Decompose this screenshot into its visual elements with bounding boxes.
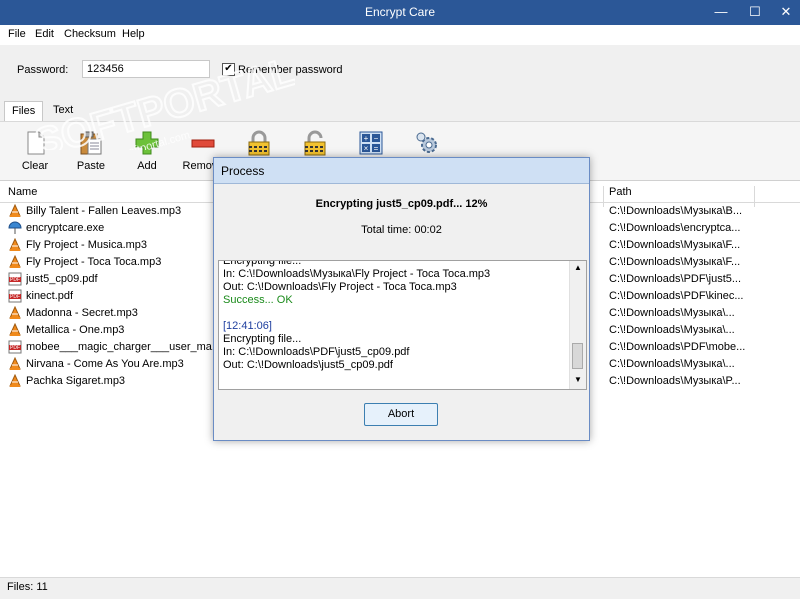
clear-label: Clear — [21, 160, 49, 172]
decrypt-button[interactable] — [289, 130, 341, 160]
log-line: Out: C:\!Downloads\Fly Project - Toca To… — [223, 281, 457, 293]
window-title: Encrypt Care — [364, 5, 436, 19]
menu-edit[interactable]: Edit — [35, 28, 54, 40]
password-label: Password: — [17, 64, 69, 76]
file-name: Pachka Sigaret.mp3 — [26, 375, 126, 387]
log-line: In: C:\!Downloads\Музыка\Fly Project - T… — [223, 268, 491, 280]
tab-text[interactable]: Text — [46, 101, 80, 120]
file-name: Madonna - Secret.mp3 — [26, 307, 138, 319]
file-name: mobee___magic_charger___user_ma... — [26, 341, 214, 353]
scroll-up-icon[interactable]: ▲ — [574, 263, 582, 272]
dialog-title-bar: Process — [214, 158, 589, 184]
svg-text:PDF: PDF — [10, 277, 20, 283]
svg-text:×: × — [364, 144, 369, 153]
column-name[interactable]: Name — [8, 186, 37, 198]
clear-button[interactable]: Clear — [9, 130, 61, 172]
remove-icon — [190, 130, 216, 156]
file-path: C:\!Downloads\Музыка\... — [609, 358, 735, 370]
log-line: In: C:\!Downloads\PDF\just5_cp09.pdf — [223, 346, 410, 358]
scroll-thumb[interactable] — [572, 343, 583, 369]
status-bar: Files: 11 — [0, 577, 800, 599]
file-path: C:\!Downloads\PDF\just5... — [609, 273, 742, 285]
title-bar: Encrypt Care — ☐ ✕ — [0, 0, 800, 25]
password-input[interactable] — [82, 60, 210, 78]
mp3-file-icon — [8, 254, 22, 269]
file-name: Fly Project - Musica.mp3 — [26, 239, 148, 251]
menu-bar: File Edit Checksum Help — [0, 25, 800, 45]
file-path: C:\!Downloads\encryptca... — [609, 222, 741, 234]
mp3-file-icon — [8, 305, 22, 320]
file-path: C:\!Downloads\Музыка\... — [609, 307, 735, 319]
file-path: C:\!Downloads\Музыка\F... — [609, 239, 741, 251]
file-path: C:\!Downloads\PDF\mobe... — [609, 341, 746, 353]
log-scrollbar[interactable]: ▲ ▼ — [569, 261, 586, 389]
settings-button[interactable] — [401, 130, 453, 160]
file-name: kinect.pdf — [26, 290, 74, 302]
svg-text:=: = — [374, 144, 379, 153]
password-row: Password: ✔ Remember password — [0, 45, 800, 97]
abort-button[interactable]: Abort — [364, 403, 438, 426]
pdf-file-icon: PDF — [8, 340, 22, 354]
clear-icon — [22, 130, 48, 156]
log-line: Encrypting file... — [223, 260, 302, 267]
checksum-icon: + − × = — [358, 130, 384, 156]
file-name: encryptcare.exe — [26, 222, 105, 234]
file-name: just5_cp09.pdf — [26, 273, 98, 285]
encrypting-status: Encrypting just5_cp09.pdf... 12% — [315, 198, 488, 210]
process-dialog: Process Encrypting just5_cp09.pdf... 12%… — [213, 157, 590, 441]
file-path: C:\!Downloads\Музыка\B... — [609, 205, 743, 217]
file-path: C:\!Downloads\PDF\kinec... — [609, 290, 744, 302]
dialog-title: Process — [221, 164, 265, 178]
exe-file-icon — [8, 221, 22, 235]
pdf-file-icon: PDF — [8, 272, 22, 286]
file-path: C:\!Downloads\Музыка\P... — [609, 375, 741, 387]
settings-icon — [414, 130, 440, 156]
log-line: Encrypting file... — [223, 333, 302, 345]
file-name: Fly Project - Toca Toca.mp3 — [26, 256, 162, 268]
lock-icon — [246, 130, 272, 156]
svg-text:+: + — [364, 134, 369, 143]
encrypt-button[interactable] — [233, 130, 285, 160]
remember-password-label[interactable]: Remember password — [238, 64, 343, 76]
total-time: Total time: 00:02 — [361, 224, 442, 236]
file-name: Metallica - One.mp3 — [26, 324, 125, 336]
log-line: Success... OK — [223, 294, 293, 306]
add-label: Add — [137, 160, 157, 172]
tab-files[interactable]: Files — [4, 101, 44, 121]
mp3-file-icon — [8, 203, 22, 218]
svg-text:PDF: PDF — [10, 345, 20, 351]
process-log[interactable]: Encrypting file... In: C:\!Downloads\Музы… — [218, 260, 587, 390]
menu-checksum[interactable]: Checksum — [64, 28, 116, 40]
remember-password-checkbox[interactable]: ✔ — [222, 63, 235, 76]
menu-help[interactable]: Help — [122, 28, 145, 40]
pdf-file-icon: PDF — [8, 289, 22, 303]
paste-button[interactable]: Paste — [65, 130, 117, 172]
scroll-down-icon[interactable]: ▼ — [574, 375, 582, 384]
paste-label: Paste — [76, 160, 106, 172]
log-line: Out: C:\!Downloads\just5_cp09.pdf — [223, 359, 393, 371]
column-path[interactable]: Path — [609, 186, 632, 198]
minimize-button[interactable]: — — [707, 0, 735, 25]
close-button[interactable]: ✕ — [772, 0, 800, 25]
add-button[interactable]: Add — [121, 130, 173, 172]
maximize-button[interactable]: ☐ — [741, 0, 769, 25]
svg-text:−: − — [374, 134, 379, 143]
paste-icon — [78, 130, 104, 156]
mp3-file-icon — [8, 322, 22, 337]
file-name: Nirvana - Come As You Are.mp3 — [26, 358, 184, 370]
mp3-file-icon — [8, 356, 22, 371]
unlock-icon — [302, 130, 328, 156]
menu-file[interactable]: File — [8, 28, 26, 40]
checksum-button[interactable]: + − × = — [345, 130, 397, 160]
file-path: C:\!Downloads\Музыка\F... — [609, 256, 741, 268]
svg-text:PDF: PDF — [10, 294, 20, 300]
add-icon — [134, 130, 160, 156]
log-line: [12:41:06] — [223, 320, 272, 332]
mp3-file-icon — [8, 373, 22, 388]
file-count: Files: 11 — [7, 581, 48, 593]
file-path: C:\!Downloads\Музыка\... — [609, 324, 735, 336]
mp3-file-icon — [8, 237, 22, 252]
file-name: Billy Talent - Fallen Leaves.mp3 — [26, 205, 182, 217]
